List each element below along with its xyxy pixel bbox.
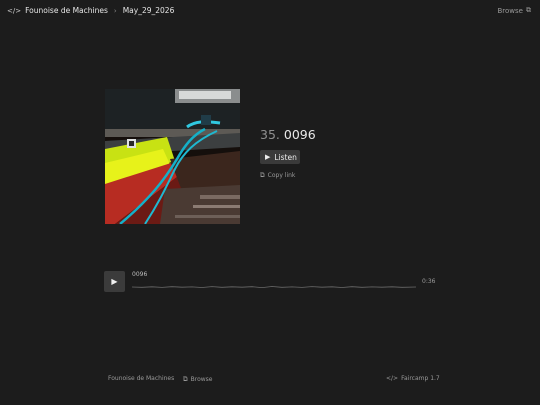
play-icon: ▶	[265, 153, 271, 161]
player-duration: 0:36	[422, 278, 436, 285]
browse-icon: ⧉	[526, 6, 531, 14]
waveform-seekbar[interactable]	[132, 283, 416, 291]
browse-label: Browse	[497, 6, 524, 15]
breadcrumb-release[interactable]: May_29_2026	[123, 6, 175, 15]
listen-label: Listen	[274, 152, 297, 162]
audio-player: ▶ 0096 0:36	[104, 270, 439, 294]
code-slash-icon: </>	[386, 375, 399, 382]
cover-artwork	[105, 89, 240, 224]
track-title: 0096	[283, 127, 316, 142]
footer-browse-label: Browse	[190, 376, 213, 383]
footer-artist-link[interactable]: Founoise de Machines	[108, 375, 174, 382]
copy-link-label: Copy link	[267, 172, 296, 179]
copy-icon: ⧉	[260, 171, 265, 179]
browse-link[interactable]: Browse ⧉	[498, 6, 532, 15]
copy-link-button[interactable]: ⧉ Copy link	[260, 171, 295, 180]
top-bar: </> Founoise de Machines › May_29_2026 B…	[0, 0, 540, 22]
release-title: 35. 0096	[260, 127, 316, 142]
breadcrumb-separator: ›	[113, 6, 117, 15]
faircamp-label: Faircamp 1.7	[401, 375, 440, 382]
player-play-button[interactable]: ▶	[104, 271, 125, 292]
faircamp-link[interactable]: </> Faircamp 1.7	[386, 375, 440, 382]
listen-button[interactable]: ▶ Listen	[260, 150, 300, 164]
browse-icon: ⧉	[183, 375, 188, 383]
footer-browse-link[interactable]: ⧉ Browse	[183, 375, 213, 384]
track-number: 35.	[260, 127, 280, 142]
release-cover-image	[105, 89, 240, 224]
play-icon: ▶	[111, 277, 118, 286]
breadcrumb: </> Founoise de Machines › May_29_2026	[7, 6, 174, 15]
breadcrumb-artist[interactable]: Founoise de Machines	[25, 6, 108, 15]
release-info: 35. 0096 ▶ Listen ⧉ Copy link	[260, 127, 316, 179]
player-track-name: 0096	[132, 271, 148, 278]
code-slash-icon[interactable]: </>	[7, 7, 21, 15]
